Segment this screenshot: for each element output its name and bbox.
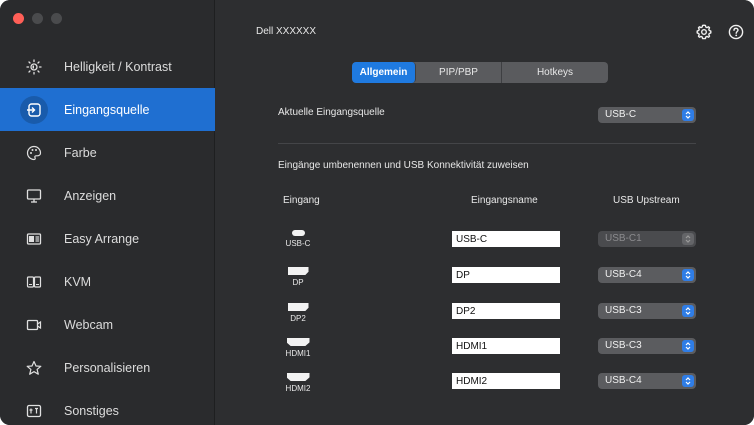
select-chevron-icon [682,269,694,281]
select-chevron-icon [682,375,694,387]
sidebar-item-display[interactable]: Anzeigen [0,174,215,217]
input-port-hdmi1: HDMI1 [278,338,318,358]
app-window: Helligkeit / Kontrast Eingangsquelle Far… [0,0,754,425]
sidebar-item-input-source[interactable]: Eingangsquelle [0,88,215,131]
usb-upstream-select-hdmi2[interactable]: USB-C4 [598,373,696,389]
displayport-icon [287,267,309,275]
port-label: DP2 [290,314,306,323]
port-label: HDMI2 [285,384,311,393]
webcam-icon [20,311,48,339]
tab-pip-pbp[interactable]: PIP/PBP [416,62,502,83]
usb-upstream-value: USB-C1 [605,233,642,244]
usb-upstream-select-usb-c: USB-C1 [598,231,696,247]
section-divider [278,143,696,144]
sidebar-item-misc[interactable]: Sonstiges [0,389,215,425]
sidebar-nav: Helligkeit / Kontrast Eingangsquelle Far… [0,45,215,425]
current-source-select[interactable]: USB-C [598,107,696,123]
sidebar-item-label: Helligkeit / Kontrast [64,59,172,74]
port-label: HDMI1 [285,349,311,358]
sidebar: Helligkeit / Kontrast Eingangsquelle Far… [0,0,215,425]
help-icon[interactable] [728,24,744,40]
usb-c-port-icon [291,230,305,236]
star-icon [20,354,48,382]
input-port-dp2: DP2 [278,303,318,323]
displayport-icon [287,303,309,311]
sidebar-item-label: Sonstiges [64,403,119,418]
usb-upstream-value: USB-C4 [605,375,642,386]
sidebar-item-label: Webcam [64,317,114,332]
sidebar-item-label: Anzeigen [64,188,117,203]
brightness-icon [20,53,48,81]
hdmi-port-icon [286,338,310,346]
input-port-usb-c: USB-C [278,228,318,248]
sidebar-item-label: Personalisieren [64,360,151,375]
port-label: DP [292,278,304,287]
sidebar-item-label: Eingangsquelle [64,102,150,117]
sidebar-item-label: KVM [64,274,92,289]
sidebar-item-label: Farbe [64,145,97,160]
window-controls [13,13,62,24]
sidebar-item-kvm[interactable]: KVM [0,260,215,303]
monitor-model-title: Dell XXXXXX [256,26,317,37]
current-source-value: USB-C [605,109,637,120]
usb-upstream-value: USB-C4 [605,269,642,280]
input-name-field-hdmi1[interactable] [452,338,560,354]
tab-allgemein[interactable]: Allgemein [352,62,416,83]
tab-hotkeys[interactable]: Hotkeys [502,62,608,83]
close-window-button[interactable] [13,13,24,24]
select-chevron-icon [682,340,694,352]
monitor-icon [20,182,48,210]
usb-upstream-select-hdmi1[interactable]: USB-C3 [598,338,696,354]
input-name-field-usb-c[interactable] [452,231,560,247]
sidebar-item-easy-arrange[interactable]: Easy Arrange [0,217,215,260]
column-header-name: Eingangsname [471,195,538,206]
kvm-icon [20,268,48,296]
easy-arrange-icon [20,225,48,253]
select-chevron-icon [682,233,694,245]
input-name-field-dp[interactable] [452,267,560,283]
sidebar-item-label: Easy Arrange [64,231,140,246]
sidebar-item-brightness-contrast[interactable]: Helligkeit / Kontrast [0,45,215,88]
input-name-field-dp2[interactable] [452,303,560,319]
misc-icon [20,397,48,425]
column-header-input: Eingang [283,195,320,206]
column-header-usb-upstream: USB Upstream [613,195,680,206]
usb-upstream-select-dp2[interactable]: USB-C3 [598,303,696,319]
input-port-dp: DP [278,267,318,287]
sidebar-item-personalize[interactable]: Personalisieren [0,346,215,389]
select-chevron-icon [682,109,694,121]
usb-upstream-value: USB-C3 [605,340,642,351]
rename-section-title: Eingänge umbenennen und USB Konnektivitä… [278,160,529,171]
tab-bar: Allgemein PIP/PBP Hotkeys [352,62,608,83]
current-source-label: Aktuelle Eingangsquelle [278,107,385,118]
input-source-icon [20,95,48,124]
sidebar-item-webcam[interactable]: Webcam [0,303,215,346]
sidebar-item-color[interactable]: Farbe [0,131,215,174]
hdmi-port-icon [286,373,310,381]
port-label: USB-C [285,239,311,248]
input-name-field-hdmi2[interactable] [452,373,560,389]
color-palette-icon [20,139,48,167]
settings-gear-icon[interactable] [696,24,712,40]
minimize-window-button[interactable] [32,13,43,24]
usb-upstream-select-dp[interactable]: USB-C4 [598,267,696,283]
header-icons [696,24,744,40]
select-chevron-icon [682,305,694,317]
zoom-window-button[interactable] [51,13,62,24]
input-port-hdmi2: HDMI2 [278,373,318,393]
main-panel: Dell XXXXXX Allgemein PIP/PBP Hotkeys Ak… [216,0,754,425]
usb-upstream-value: USB-C3 [605,305,642,316]
